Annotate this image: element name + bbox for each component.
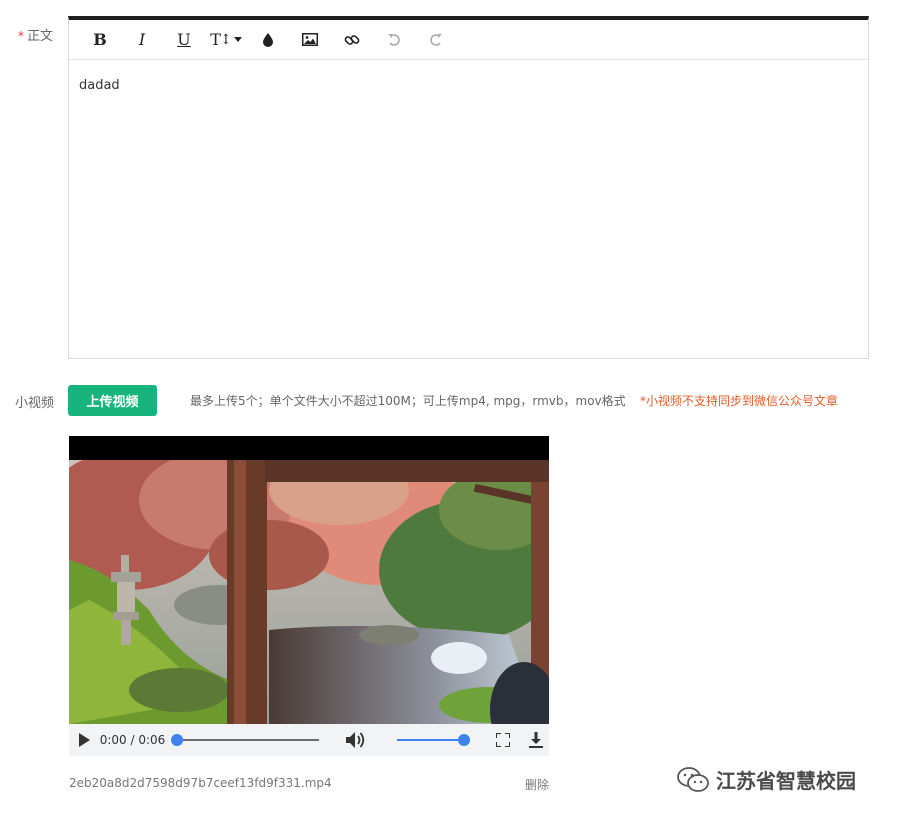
undo-icon: [388, 33, 400, 46]
color-drop-icon: [263, 32, 273, 47]
text-color-button[interactable]: [247, 26, 289, 54]
seek-track: [172, 739, 319, 741]
italic-button[interactable]: I: [121, 26, 163, 54]
time-display: 0:00 / 0:06: [100, 733, 167, 747]
underline-icon: U: [177, 30, 191, 49]
underline-button[interactable]: U: [163, 26, 205, 54]
video-player[interactable]: 0:00 / 0:06: [69, 436, 549, 756]
italic-icon: I: [138, 30, 146, 49]
redo-icon: [430, 33, 442, 46]
download-button[interactable]: [522, 732, 549, 748]
time-separator: /: [130, 733, 135, 747]
delete-video-link[interactable]: 删除: [525, 776, 549, 793]
watermark: 江苏省智慧校园: [676, 765, 856, 794]
volume-icon: [345, 732, 364, 748]
download-icon: [528, 732, 543, 748]
upload-video-button[interactable]: 上传视频: [68, 385, 157, 416]
video-field-label: 小视频: [15, 396, 55, 411]
link-icon: [344, 34, 360, 45]
volume-thumb[interactable]: [457, 734, 470, 746]
body-label-text: 正文: [27, 29, 54, 44]
volume-slider[interactable]: [396, 734, 470, 746]
upload-hint: 最多上传5个；单个文件大小不超过100M；可上传mp4, mpg，rmvb，mo…: [190, 394, 626, 408]
volume-track: [396, 739, 466, 741]
seek-thumb[interactable]: [170, 734, 183, 746]
rich-text-editor: B I U T ↕ dadad: [68, 16, 869, 359]
insert-link-button[interactable]: [331, 26, 373, 54]
current-time: 0:00: [99, 733, 127, 747]
video-frame: [69, 460, 549, 724]
editor-content[interactable]: dadad: [79, 78, 120, 93]
video-controls: 0:00 / 0:06: [69, 724, 549, 756]
editor-toolbar: B I U T ↕: [69, 20, 868, 60]
fullscreen-button[interactable]: [484, 733, 522, 747]
fullscreen-icon: [495, 733, 510, 747]
bold-button[interactable]: B: [79, 26, 121, 54]
play-button[interactable]: [69, 733, 100, 747]
body-field-label: * 正文: [18, 25, 53, 44]
duration: 0:06: [138, 733, 166, 747]
redo-button[interactable]: [415, 26, 457, 54]
required-mark: *: [18, 29, 24, 43]
upload-warning: *小视频不支持同步到微信公众号文章: [640, 394, 839, 408]
watermark-text: 江苏省智慧校园: [716, 769, 856, 793]
bold-icon: B: [93, 30, 107, 49]
video-filename: 2eb20a8d2d7598d97b7ceef13fd9f331.mp4: [69, 776, 332, 790]
image-icon: [302, 33, 318, 46]
undo-button[interactable]: [373, 26, 415, 54]
seek-slider[interactable]: [170, 734, 319, 746]
play-icon: [79, 733, 91, 747]
insert-image-button[interactable]: [289, 26, 331, 54]
font-size-button[interactable]: T ↕: [205, 26, 247, 54]
wechat-icon: [677, 766, 709, 792]
font-size-icon: T ↕: [210, 30, 242, 49]
mute-button[interactable]: [335, 731, 377, 749]
